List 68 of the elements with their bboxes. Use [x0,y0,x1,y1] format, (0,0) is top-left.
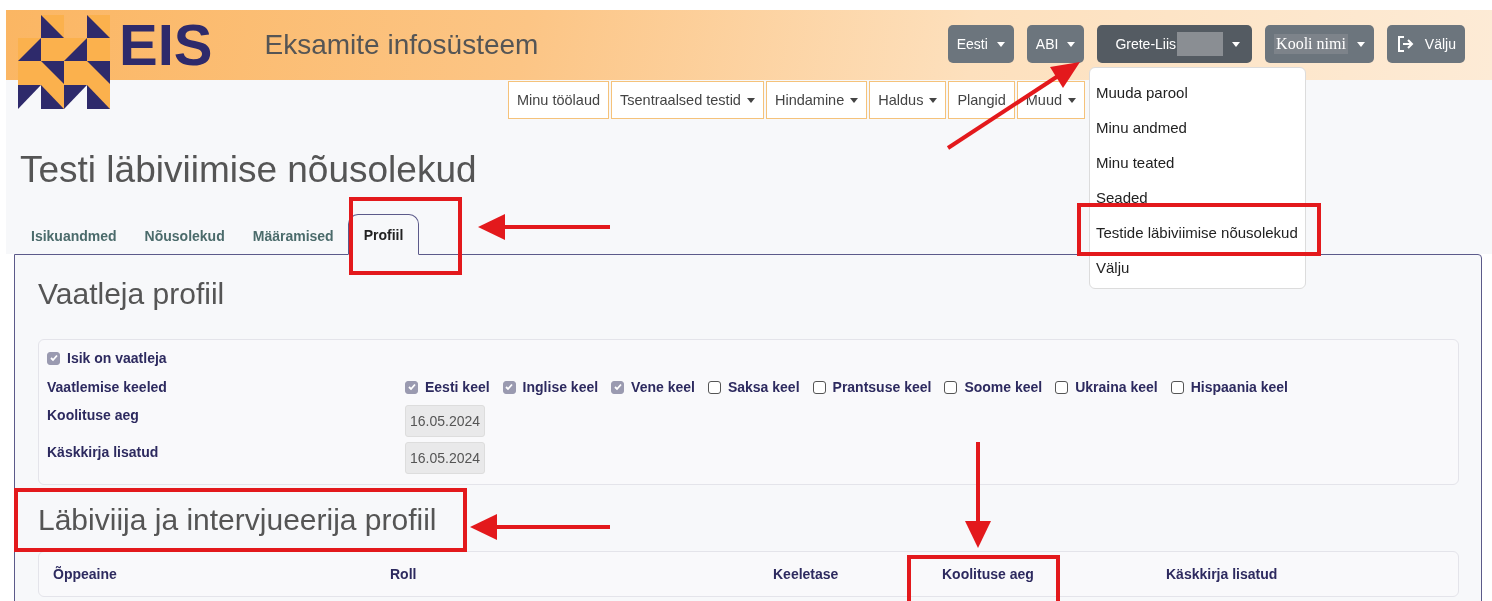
checkbox[interactable] [1170,380,1184,394]
check-icon [406,382,417,392]
caret-icon [1068,97,1077,103]
redacted-block [1177,32,1224,56]
menu-item[interactable]: Muuda parool [1090,75,1305,110]
check-icon [48,353,59,363]
column-header: Roll [390,566,418,582]
nav-menu-item[interactable]: Minu töölaud [508,81,610,119]
column-header: Käskkirja lisatud [1166,566,1279,582]
dropdown-button[interactable]: ABI [1026,25,1085,63]
section-title: Vaatleja profiil [38,277,225,311]
section-title: Läbiviija ja intervjueerija profiil [38,503,437,537]
column-header: Õppeaine [53,566,118,582]
site-title: Eksamite infosüsteem [264,29,539,61]
menu-item[interactable]: Seaded [1090,180,1305,215]
column-header: Keeletase [773,566,840,582]
logout-icon [1395,35,1414,53]
menu-item[interactable]: Testide läbiviimise nõusolekud [1090,215,1305,250]
caret-icon [1232,41,1241,47]
tab[interactable]: Määramised [238,217,348,255]
checkbox-label: Inglise keel [522,379,599,395]
checkbox[interactable] [1055,380,1069,394]
nav-menu-item[interactable]: Haldus [869,81,947,119]
caret-icon [746,97,755,103]
checkbox-label: Ukraina keel [1075,379,1158,395]
field-label: Käskkirja lisatud [47,443,160,460]
caret-icon [929,97,938,103]
checkbox-label: Isik on vaatleja [67,350,167,366]
checkbox[interactable] [812,380,826,394]
field-label: Koolituse aeg [47,406,140,423]
checkbox-label: Hispaania keel [1190,379,1288,395]
check-icon [612,382,623,392]
nav-menu-item[interactable]: Muud [1016,81,1086,119]
checkbox-label: Prantsuse keel [832,379,932,395]
dropdown-button[interactable]: Kooli nimi [1265,25,1374,63]
caret-icon [1067,41,1076,47]
nav-menu-item[interactable]: Plangid [948,81,1015,119]
logo-text: EIS [119,16,213,74]
date-field[interactable]: 16.05.2024 [405,442,486,474]
checkbox-label: Vene keel [631,379,695,395]
caret-icon [850,97,859,103]
field-label: Vaatlemise keeled [47,379,168,395]
checkbox[interactable] [707,380,721,394]
menu-item[interactable]: Minu andmed [1090,110,1305,145]
dropdown-button[interactable]: Eesti [947,25,1014,63]
nav-menu-item[interactable]: Tsentraalsed testid [611,81,764,119]
check-icon [504,382,515,392]
menu-item[interactable]: Välju [1090,250,1305,285]
user-menu-button[interactable]: Grete-Liis [1097,25,1253,63]
checkbox-label: Saksa keel [727,379,800,395]
menu-item[interactable]: Minu teated [1090,145,1305,180]
caret-icon [996,41,1005,47]
triangle-pattern-icon [18,15,110,109]
logout-button[interactable]: Välju [1386,25,1465,63]
tab[interactable]: Profiil [347,214,420,255]
tab[interactable]: Nõusolekud [130,217,239,255]
caret-icon [1356,41,1365,47]
nav-menu-item[interactable]: Hindamine [765,81,868,119]
checkbox-label: Soome keel [964,379,1043,395]
tab[interactable]: Isikuandmed [17,217,131,255]
checkbox[interactable] [611,380,625,394]
checkbox[interactable] [502,380,516,394]
checkbox-label: Eesti keel [425,379,490,395]
checkbox[interactable] [944,380,958,394]
checkbox[interactable] [47,351,60,365]
column-header: Koolituse aeg [942,566,1035,582]
date-field[interactable]: 16.05.2024 [405,405,486,437]
checkbox[interactable] [405,380,418,394]
